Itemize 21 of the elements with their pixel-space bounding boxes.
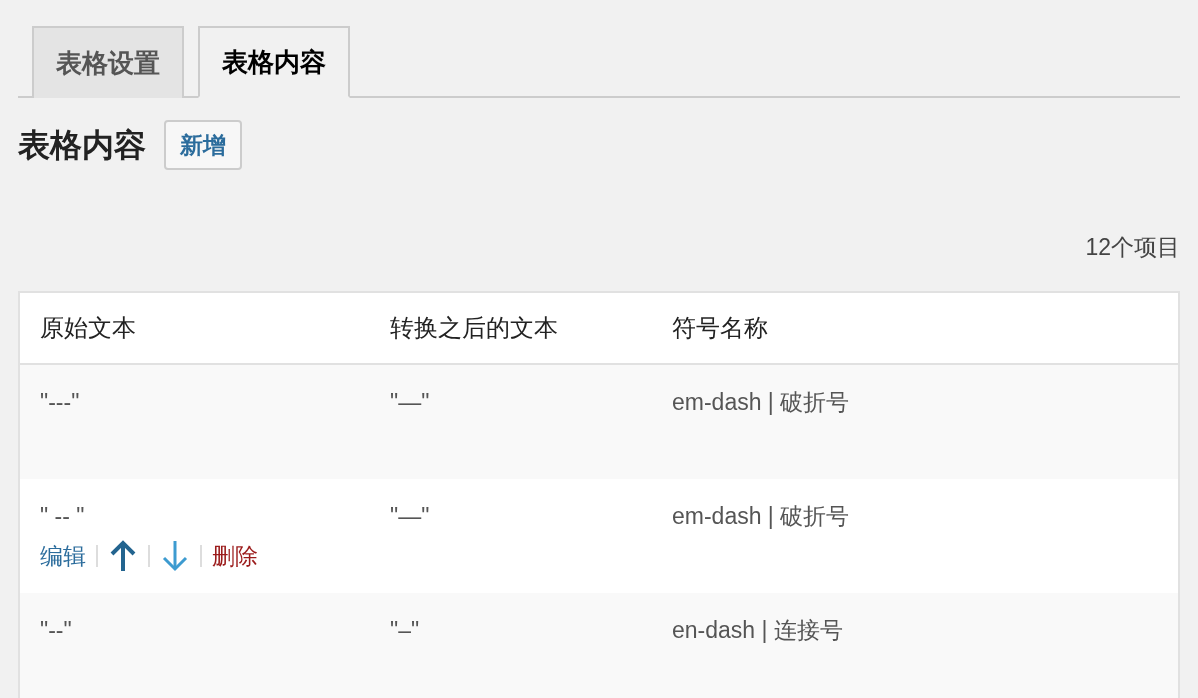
item-count: 12个项目 <box>1085 233 1180 262</box>
table-cell: "—" <box>390 502 430 529</box>
tab[interactable]: 表格设置 <box>32 26 184 98</box>
section-heading: 表格内容 <box>18 126 146 165</box>
table-cell: "—" <box>390 388 430 415</box>
table-cell: " -- " <box>40 502 85 529</box>
table-cell: en-dash | 连接号 <box>672 616 843 643</box>
edit-link[interactable]: 编辑 <box>40 539 86 574</box>
up-arrow-icon[interactable] <box>108 539 138 574</box>
column-header: 转换之后的文本 <box>390 313 558 341</box>
table-cell: "–" <box>390 616 420 643</box>
table-cell: em-dash | 破折号 <box>672 502 850 529</box>
delete-link[interactable]: 删除 <box>212 539 258 574</box>
down-arrow-icon[interactable] <box>160 539 190 574</box>
table-cell: "---" <box>40 388 80 415</box>
table-cell: "--" <box>40 616 72 643</box>
add-button[interactable]: 新增 <box>164 120 242 170</box>
column-header: 符号名称 <box>672 313 768 341</box>
column-header: 原始文本 <box>40 313 136 341</box>
tab[interactable]: 表格内容 <box>198 26 350 98</box>
table-cell: em-dash | 破折号 <box>672 388 850 415</box>
